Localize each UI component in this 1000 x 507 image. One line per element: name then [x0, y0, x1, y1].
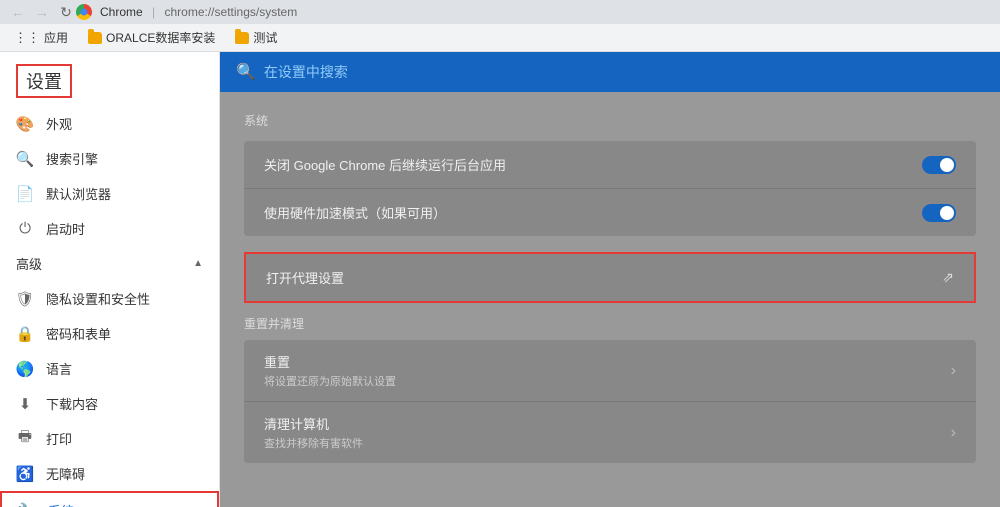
sidebar-item-downloads[interactable]: ⬇ 下载内容	[0, 386, 219, 421]
apps-grid-icon: ⋮⋮	[14, 30, 40, 46]
setting-row-hardware: 使用硬件加速模式（如果可用）	[244, 189, 976, 236]
nav-buttons: ← → ↻	[8, 2, 76, 22]
cleanup-desc: 查找并移除有害软件	[264, 435, 951, 451]
external-link-icon: ⇗	[942, 269, 954, 286]
print-icon: 🖶	[16, 430, 34, 448]
reset-desc: 将设置还原为原始默认设置	[264, 373, 951, 389]
title-separator: |	[152, 5, 155, 19]
search-bar: 🔍	[220, 52, 1000, 92]
hardware-accel-toggle[interactable]	[922, 204, 956, 222]
folder-icon-test	[235, 32, 249, 44]
sidebar-item-search[interactable]: 🔍 搜索引擎	[0, 141, 219, 176]
bookmark-label-oracle: ORALCE数据率安装	[106, 29, 215, 46]
reset-card: 重置 将设置还原为原始默认设置 › 清理计算机 查找并移除有害软件 ›	[244, 340, 976, 463]
advanced-label: 高级	[16, 254, 193, 273]
reload-button[interactable]: ↻	[56, 2, 76, 22]
system-label: 系统	[48, 501, 74, 507]
download-icon: ⬇	[16, 395, 34, 413]
print-label: 打印	[46, 429, 72, 448]
accessibility-icon: ♿	[16, 465, 34, 483]
reset-section-title: 重置并清理	[244, 315, 976, 332]
downloads-label: 下载内容	[46, 394, 98, 413]
sidebar-title: 设置	[26, 72, 62, 92]
bookmark-label-test: 测试	[253, 29, 277, 46]
sidebar: 设置 🎨 外观 🔍 搜索引擎 📄 默认浏览器 ⏻ 启动时 高级 ▲	[0, 52, 220, 507]
sidebar-item-default-browser[interactable]: 📄 默认浏览器	[0, 176, 219, 211]
setting-row-background: 关闭 Google Chrome 后继续运行后台应用	[244, 141, 976, 189]
appearance-label: 外观	[46, 114, 72, 133]
sidebar-item-print[interactable]: 🖶 打印	[0, 421, 219, 456]
hardware-accel-label: 使用硬件加速模式（如果可用）	[264, 203, 922, 222]
bookmark-test[interactable]: 测试	[229, 27, 283, 48]
back-button[interactable]: ←	[8, 2, 28, 22]
arrow-right-icon-cleanup: ›	[951, 424, 956, 442]
main-panel: 🔍 系统 关闭 Google Chrome 后继续运行后台应用 使用硬件加速模式…	[220, 52, 1000, 507]
bookmarks-bar: ⋮⋮ 应用 ORALCE数据率安装 测试	[0, 24, 1000, 52]
reset-row-cleanup[interactable]: 清理计算机 查找并移除有害软件 ›	[244, 402, 976, 463]
forward-button[interactable]: →	[32, 2, 52, 22]
reset-title: 重置	[264, 352, 951, 371]
search-label: 搜索引擎	[46, 149, 98, 168]
bookmark-oracle[interactable]: ORALCE数据率安装	[82, 27, 221, 48]
titlebar: ← → ↻ Chrome | chrome://settings/system	[0, 0, 1000, 24]
cleanup-title: 清理计算机	[264, 414, 951, 433]
sidebar-item-system[interactable]: 🔧 系统	[0, 491, 219, 507]
shield-icon: 🛡	[16, 290, 34, 308]
privacy-label: 隐私设置和安全性	[46, 289, 150, 308]
palette-icon: 🎨	[16, 115, 34, 133]
chrome-icon	[76, 4, 92, 20]
browser-frame: ← → ↻ Chrome | chrome://settings/system …	[0, 0, 1000, 507]
sidebar-item-passwords[interactable]: 🔒 密码和表单	[0, 316, 219, 351]
background-apps-toggle[interactable]	[922, 156, 956, 174]
sidebar-item-accessibility[interactable]: ♿ 无障碍	[0, 456, 219, 491]
proxy-row[interactable]: 打开代理设置 ⇗	[244, 252, 976, 303]
sidebar-item-appearance[interactable]: 🎨 外观	[0, 106, 219, 141]
system-section-title: 系统	[244, 112, 976, 129]
browser-icon: 📄	[16, 185, 34, 203]
browser-title: Chrome | chrome://settings/system	[100, 5, 297, 19]
bookmark-label-apps: 应用	[44, 29, 68, 46]
search-bar-icon: 🔍	[236, 62, 256, 82]
sidebar-item-startup[interactable]: ⏻ 启动时	[0, 211, 219, 246]
search-icon: 🔍	[16, 150, 34, 168]
wrench-icon: 🔧	[18, 502, 36, 507]
proxy-label: 打开代理设置	[266, 268, 942, 287]
default-browser-label: 默认浏览器	[46, 184, 111, 203]
sidebar-item-privacy[interactable]: 🛡 隐私设置和安全性	[0, 281, 219, 316]
accessibility-label: 无障碍	[46, 464, 85, 483]
passwords-label: 密码和表单	[46, 324, 111, 343]
power-icon: ⏻	[16, 220, 34, 238]
arrow-right-icon-reset: ›	[951, 362, 956, 380]
reset-row-settings[interactable]: 重置 将设置还原为原始默认设置 ›	[244, 340, 976, 402]
content-area: 设置 🎨 外观 🔍 搜索引擎 📄 默认浏览器 ⏻ 启动时 高级 ▲	[0, 52, 1000, 507]
background-apps-label: 关闭 Google Chrome 后继续运行后台应用	[264, 155, 922, 174]
lock-icon: 🔒	[16, 325, 34, 343]
cleanup-text: 清理计算机 查找并移除有害软件	[264, 414, 951, 451]
sidebar-item-language[interactable]: 🌎 语言	[0, 351, 219, 386]
search-input[interactable]	[264, 64, 984, 80]
language-label: 语言	[46, 359, 72, 378]
advanced-section-header[interactable]: 高级 ▲	[0, 246, 219, 281]
globe-icon: 🌎	[16, 360, 34, 378]
settings-content: 系统 关闭 Google Chrome 后继续运行后台应用 使用硬件加速模式（如…	[220, 92, 1000, 483]
chrome-label: Chrome	[100, 5, 143, 19]
url-text: chrome://settings/system	[165, 5, 298, 19]
folder-icon-oracle	[88, 32, 102, 44]
startup-label: 启动时	[46, 219, 85, 238]
chevron-up-icon: ▲	[193, 258, 203, 269]
system-settings-card: 关闭 Google Chrome 后继续运行后台应用 使用硬件加速模式（如果可用…	[244, 141, 976, 236]
reset-text: 重置 将设置还原为原始默认设置	[264, 352, 951, 389]
reset-section: 重置并清理 重置 将设置还原为原始默认设置 › 清理计算机	[244, 315, 976, 463]
bookmark-apps[interactable]: ⋮⋮ 应用	[8, 27, 74, 48]
